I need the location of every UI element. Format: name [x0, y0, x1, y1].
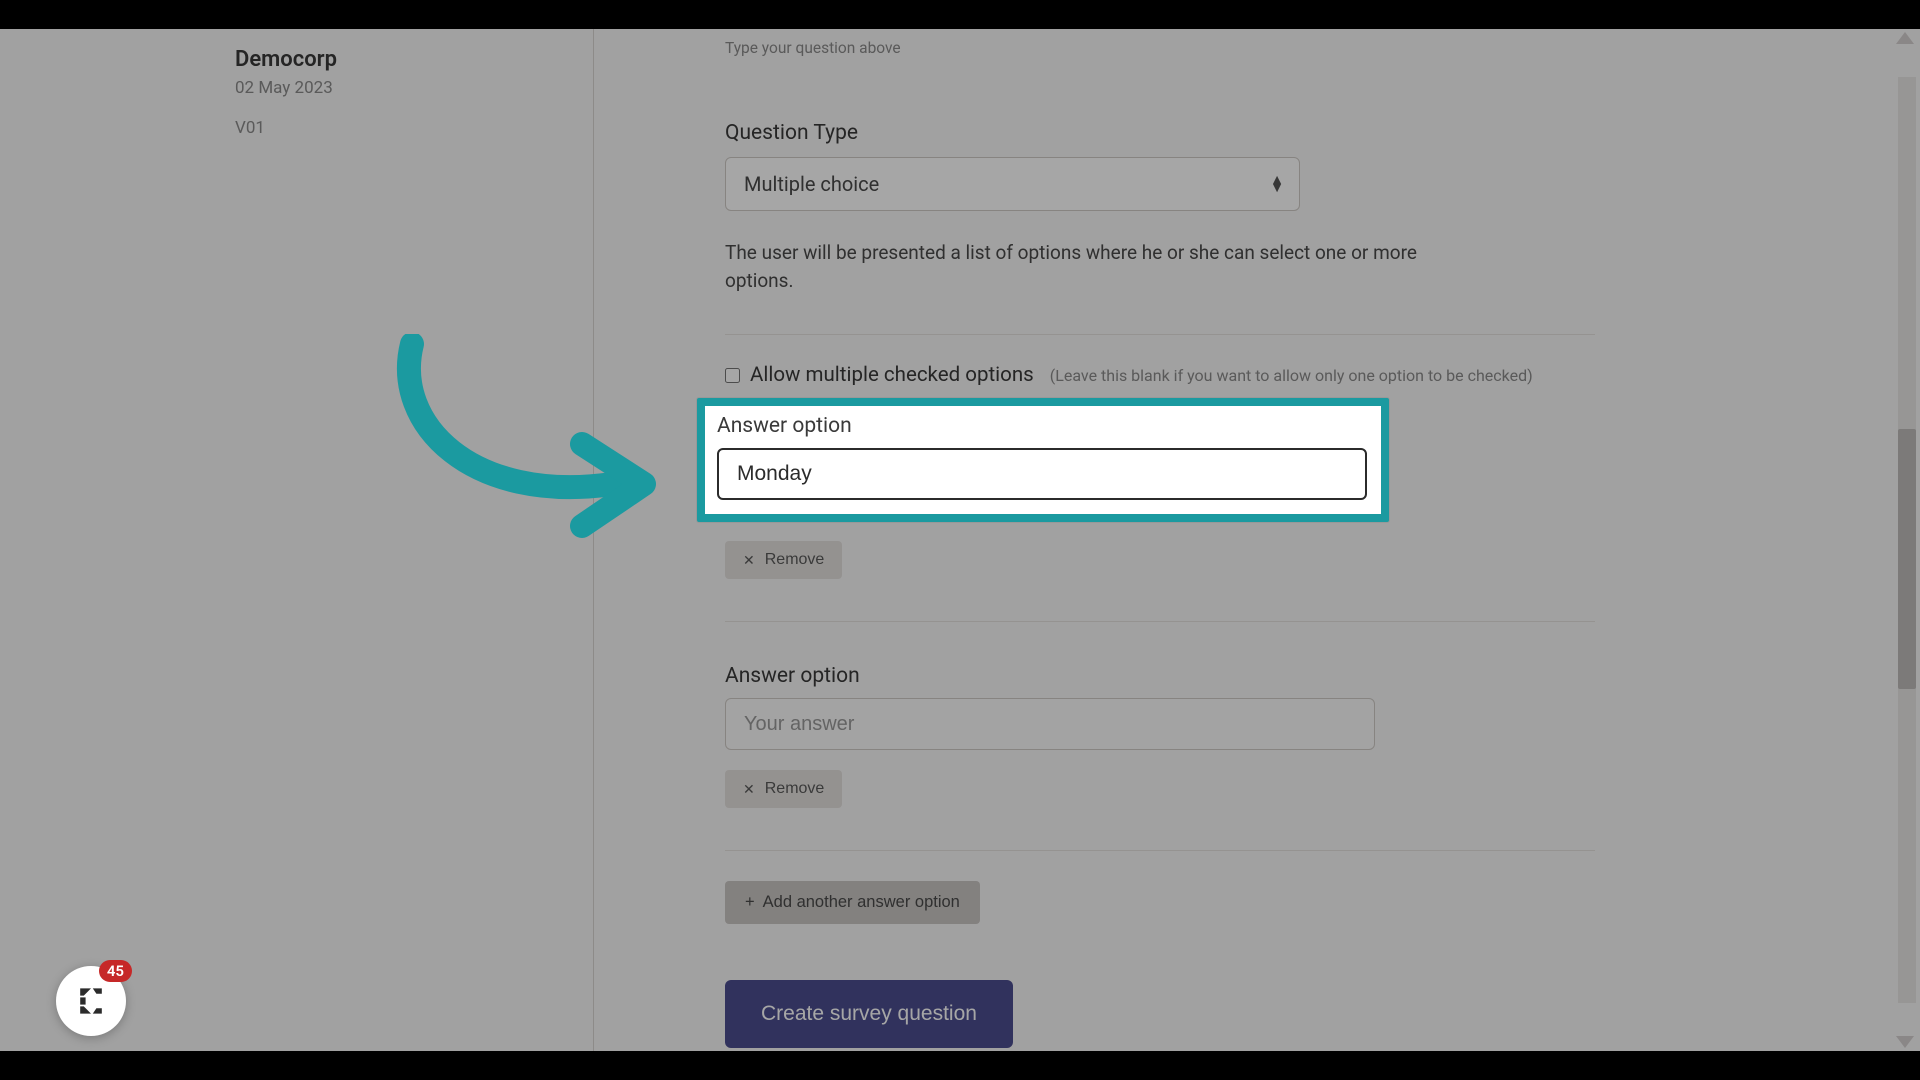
org-name: Democorp [235, 47, 569, 72]
plus-icon: + [745, 893, 755, 912]
question-type-description: The user will be presented a list of opt… [725, 239, 1445, 294]
question-hint: Type your question above [725, 39, 1780, 57]
scroll-up-icon[interactable] [1896, 32, 1914, 44]
scroll-down-icon[interactable] [1896, 1036, 1914, 1048]
close-icon: ✕ [743, 781, 755, 798]
answer-option-2-label: Answer option [725, 664, 1595, 688]
answer-option-2-input[interactable] [725, 698, 1375, 750]
letterbox-top [0, 0, 1920, 29]
question-type-select[interactable]: Multiple choice ▲▼ [725, 157, 1300, 211]
add-answer-option-button[interactable]: + Add another answer option [725, 881, 980, 924]
remove-option-2-button[interactable]: ✕ Remove [725, 770, 842, 808]
question-type-label: Question Type [725, 121, 1780, 145]
create-survey-question-button[interactable]: Create survey question [725, 980, 1013, 1048]
help-widget-button[interactable]: 45 [56, 966, 126, 1036]
allow-multiple-row: Allow multiple checked options (Leave th… [725, 363, 1780, 387]
create-button-label: Create survey question [761, 1002, 977, 1025]
remove-option-1-button[interactable]: ✕ Remove [725, 541, 842, 579]
add-option-label: Add another answer option [763, 893, 960, 912]
annotation-arrow [382, 334, 662, 544]
app-viewport: Democorp 02 May 2023 V01 Type your quest… [0, 29, 1920, 1051]
widget-badge-count: 45 [99, 960, 132, 982]
widget-logo-icon [73, 983, 109, 1019]
divider [725, 334, 1595, 335]
letterbox-bottom [0, 1051, 1920, 1080]
annotation-highlight-box: Answer option [697, 398, 1389, 522]
main-content: Type your question above Question Type M… [595, 29, 1920, 1051]
answer-option-1-input[interactable] [717, 448, 1367, 500]
org-version: V01 [235, 118, 569, 138]
remove-label: Remove [765, 780, 825, 798]
allow-multiple-hint: (Leave this blank if you want to allow o… [1050, 366, 1533, 385]
allow-multiple-checkbox[interactable] [725, 368, 740, 383]
close-icon: ✕ [743, 552, 755, 569]
answer-option-1-label: Answer option [717, 414, 1369, 438]
answer-option-2: Answer option [725, 621, 1595, 750]
scrollbar-thumb[interactable] [1898, 429, 1916, 689]
divider [725, 850, 1595, 851]
org-date: 02 May 2023 [235, 78, 569, 98]
question-type-value: Multiple choice [744, 172, 879, 196]
allow-multiple-label: Allow multiple checked options [750, 363, 1034, 387]
remove-label: Remove [765, 551, 825, 569]
